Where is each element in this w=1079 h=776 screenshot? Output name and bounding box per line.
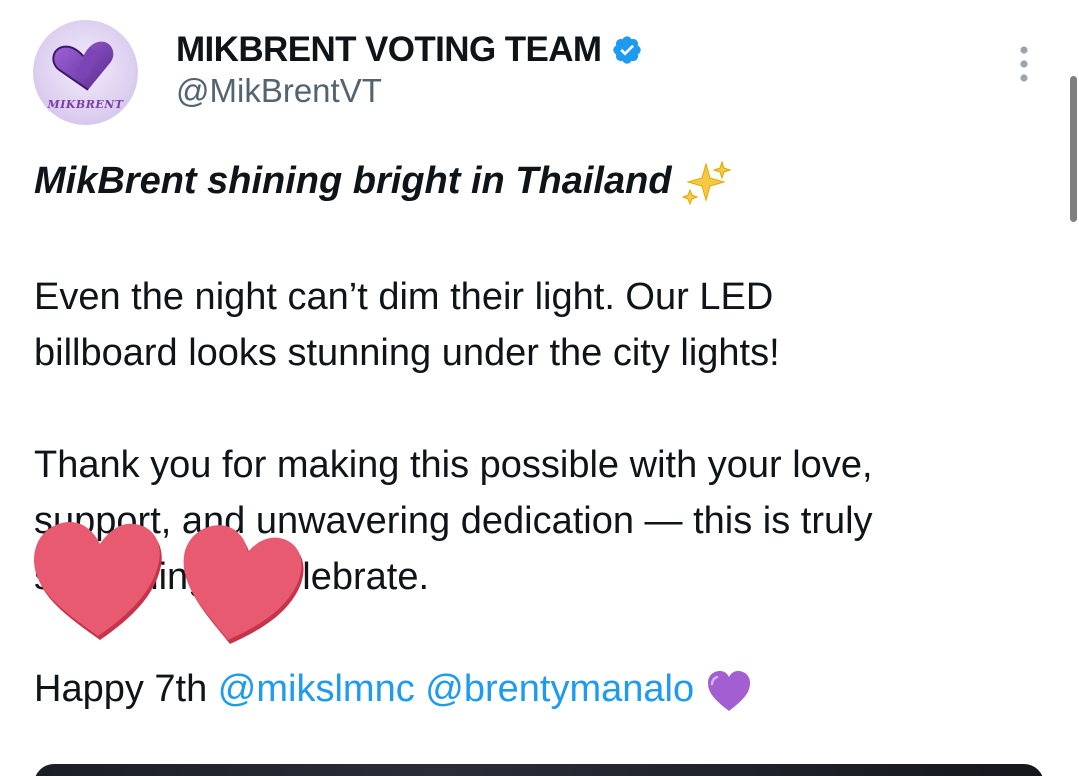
- tweet-view: MIKBRENT MIKBRENT VOTING TEAM @MikBrentV…: [0, 0, 1079, 776]
- more-options-icon[interactable]: [1012, 42, 1036, 86]
- avatar[interactable]: MIKBRENT: [33, 20, 138, 125]
- scrollbar[interactable]: [1070, 76, 1077, 222]
- heart-sticker-icon: [34, 522, 162, 640]
- headline-text: MikBrent shining bright in Thailand: [34, 160, 672, 202]
- purple-heart-icon: [707, 670, 750, 711]
- tweet-media-image[interactable]: [34, 764, 1044, 776]
- mention-link-brentymanalo[interactable]: @brentymanalo: [425, 668, 694, 710]
- tweet-text-line: billboard looks stunning under the city …: [34, 332, 780, 374]
- heart-sticker-icon: [183, 525, 304, 644]
- author-name-row[interactable]: MIKBRENT VOTING TEAM: [176, 28, 643, 72]
- author-handle[interactable]: @MikBrentVT: [176, 72, 382, 110]
- happy-text: Happy 7th: [34, 668, 208, 710]
- tweet-headline: MikBrent shining bright in Thailand: [34, 158, 732, 206]
- display-name[interactable]: MIKBRENT VOTING TEAM: [176, 30, 602, 70]
- mention-link-mikslmnc[interactable]: @mikslmnc: [218, 668, 415, 710]
- verified-badge-icon: [613, 36, 642, 64]
- tweet-closing-line: Happy 7th @mikslmnc @brentymanalo: [34, 666, 753, 713]
- tweet-text-line: Even the night can’t dim their light. Ou…: [34, 276, 774, 318]
- avatar-logo-text: MIKBRENT: [47, 98, 124, 111]
- tweet-text-line: Thank you for making this possible with …: [34, 444, 873, 486]
- sparkles-icon: [682, 160, 732, 206]
